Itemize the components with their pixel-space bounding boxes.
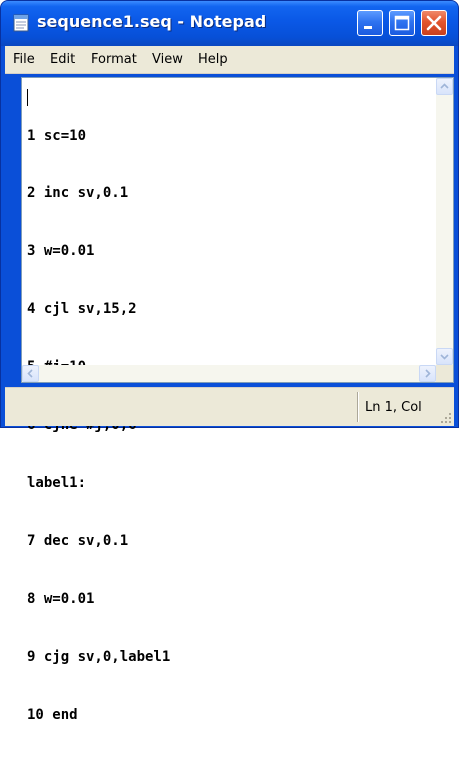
minimize-icon bbox=[364, 26, 372, 29]
chevron-left-icon bbox=[27, 369, 33, 378]
editor-line: label1: bbox=[27, 474, 87, 491]
menu-view[interactable]: View bbox=[152, 52, 183, 67]
close-icon bbox=[426, 15, 442, 31]
text-editor[interactable]: 1 sc=10 2 inc sv,0.1 3 w=0.01 4 cjl sv,1… bbox=[21, 77, 454, 723]
scroll-up-button[interactable] bbox=[436, 78, 453, 95]
cursor-position: Ln 1, Col bbox=[365, 400, 422, 415]
chevron-down-icon bbox=[440, 354, 449, 360]
editor-line: 10 end bbox=[27, 706, 78, 723]
title-bar[interactable]: sequence1.seq - Notepad bbox=[1, 1, 458, 46]
window-title: sequence1.seq - Notepad bbox=[37, 12, 267, 31]
scrollbar-corner bbox=[436, 365, 453, 382]
menu-bar: File Edit Format View Help bbox=[5, 46, 454, 74]
editor-line: 8 w=0.01 bbox=[27, 590, 95, 607]
vertical-scrollbar[interactable] bbox=[436, 78, 453, 365]
maximize-icon bbox=[394, 15, 410, 31]
status-bar: Ln 1, Col bbox=[5, 387, 454, 426]
text-caret bbox=[27, 89, 28, 106]
horizontal-scrollbar[interactable] bbox=[22, 365, 436, 382]
notepad-window: sequence1.seq - Notepad File Edit Format… bbox=[0, 0, 459, 723]
editor-line: 9 cjg sv,0,label1 bbox=[27, 648, 171, 665]
menu-help[interactable]: Help bbox=[198, 52, 228, 67]
size-grip-icon[interactable] bbox=[440, 412, 452, 424]
maximize-button[interactable] bbox=[389, 10, 415, 36]
editor-line: 1 sc=10 bbox=[27, 127, 87, 144]
editor-line: 2 inc sv,0.1 bbox=[27, 185, 129, 202]
menu-format[interactable]: Format bbox=[91, 52, 137, 67]
chevron-right-icon bbox=[425, 369, 431, 378]
minimize-button[interactable] bbox=[357, 10, 383, 36]
editor-line: 4 cjl sv,15,2 bbox=[27, 301, 137, 318]
scroll-left-button[interactable] bbox=[22, 365, 39, 382]
menu-file[interactable]: File bbox=[13, 52, 35, 67]
editor-text[interactable]: 1 sc=10 2 inc sv,0.1 3 w=0.01 4 cjl sv,1… bbox=[27, 88, 427, 723]
scroll-down-button[interactable] bbox=[436, 348, 453, 365]
chevron-up-icon bbox=[440, 83, 449, 89]
editor-line: 3 w=0.01 bbox=[27, 243, 95, 260]
scroll-right-button[interactable] bbox=[419, 365, 436, 382]
status-divider bbox=[357, 392, 358, 422]
close-button[interactable] bbox=[421, 10, 447, 36]
notepad-icon bbox=[13, 14, 29, 32]
menu-edit[interactable]: Edit bbox=[50, 52, 75, 67]
editor-line: 7 dec sv,0.1 bbox=[27, 532, 129, 549]
